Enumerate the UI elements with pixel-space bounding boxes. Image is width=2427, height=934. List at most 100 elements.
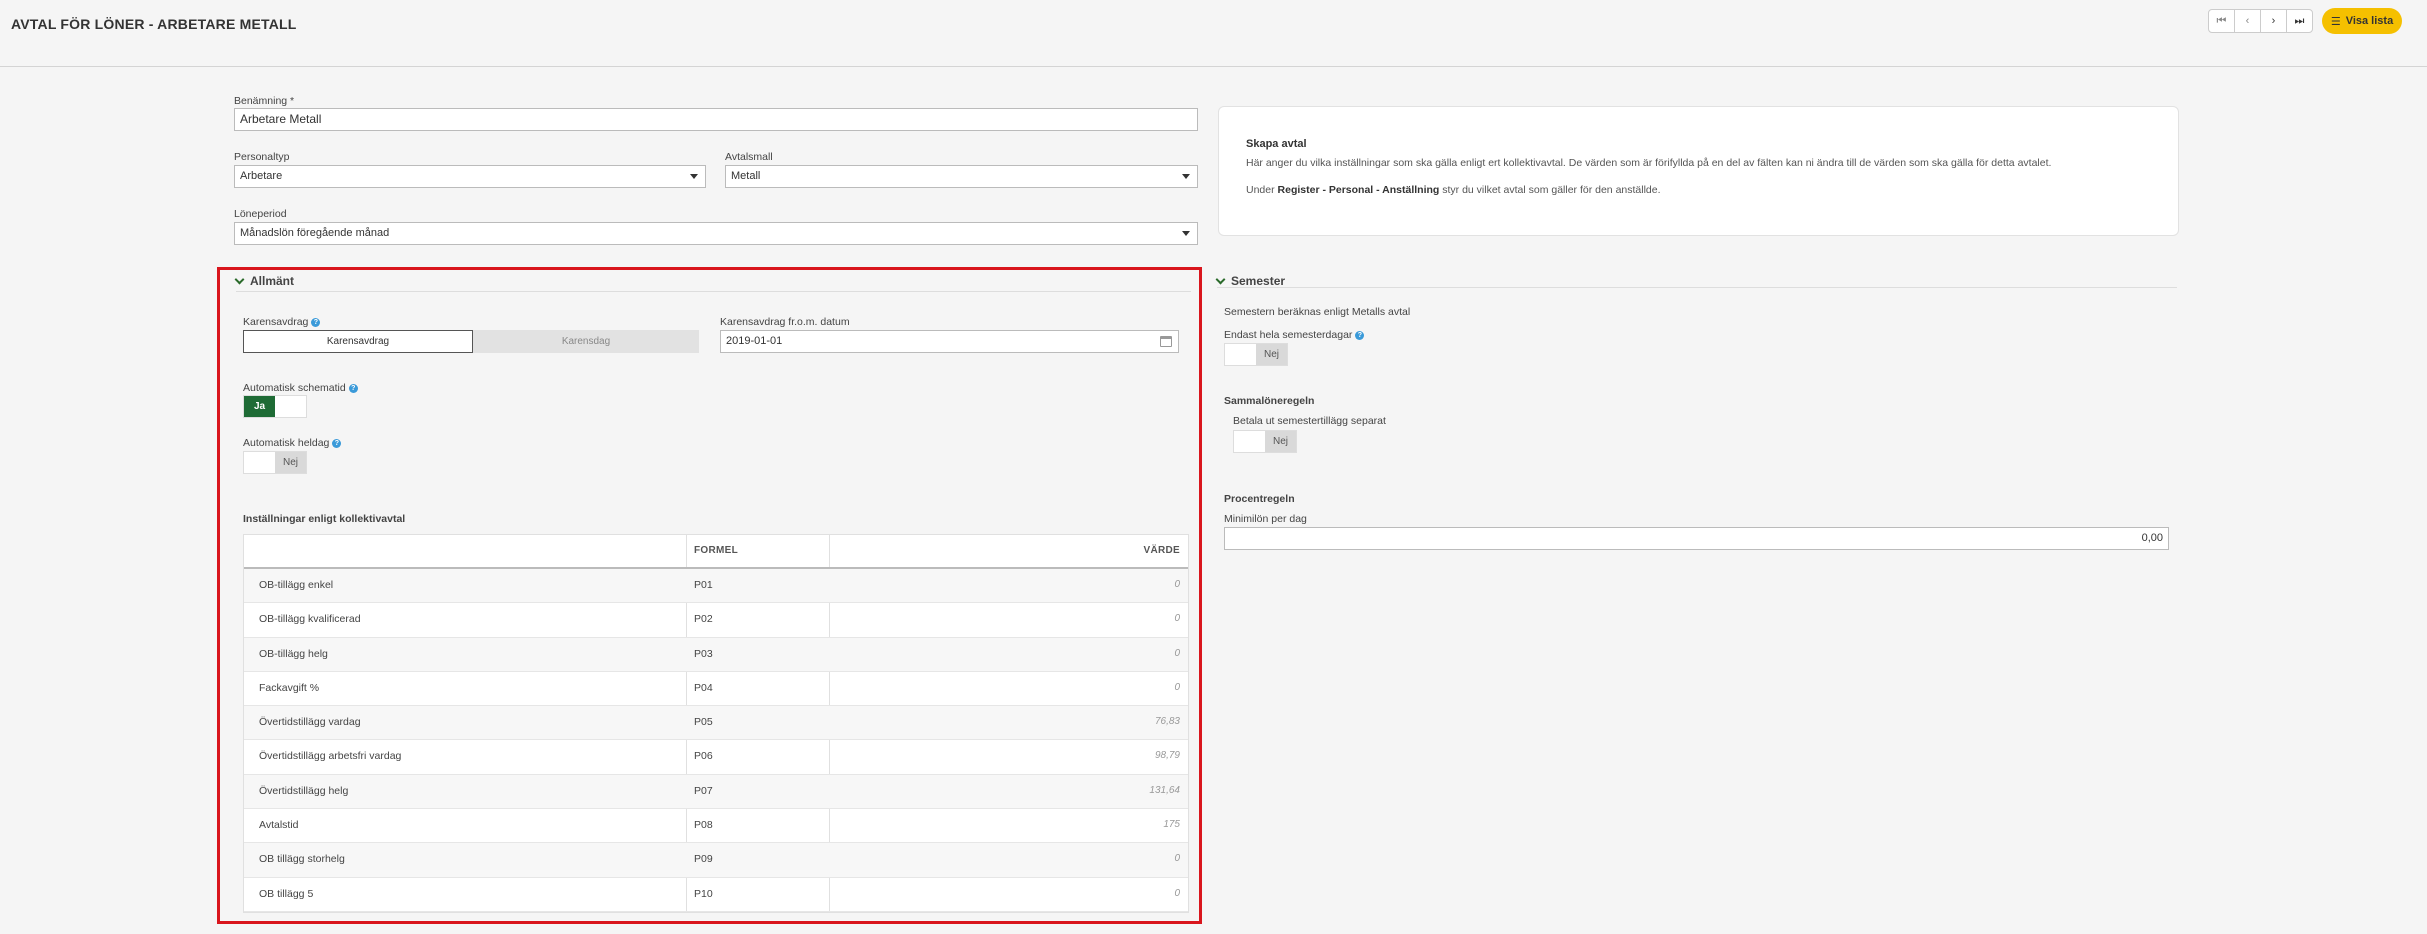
table-row: OB-tillägg helg P03 0 bbox=[244, 637, 1188, 672]
auto-heldag-label: Automatisk heldag? bbox=[243, 437, 342, 449]
betala-toggle[interactable]: Nej bbox=[1233, 430, 1297, 453]
info-title: Skapa avtal bbox=[1246, 138, 1307, 150]
next-record-button[interactable]: › bbox=[2260, 9, 2287, 33]
row-value-input[interactable]: 76,83 bbox=[1155, 716, 1180, 727]
info-text-1: Här anger du vilka inställningar som ska… bbox=[1246, 157, 2052, 169]
row-name: Avtalstid bbox=[259, 819, 299, 832]
row-name: OB-tillägg kvalificerad bbox=[259, 613, 361, 626]
row-value-input[interactable]: 0 bbox=[1174, 682, 1180, 693]
sammalon-title: Sammalöneregeln bbox=[1224, 395, 1315, 407]
column-varde[interactable]: VÄRDE bbox=[1143, 545, 1180, 556]
toggle-value: Ja bbox=[244, 396, 275, 417]
chevron-left-icon: ‹ bbox=[2245, 15, 2250, 27]
avtalsmall-label: Avtalsmall bbox=[725, 151, 773, 163]
loneperiod-select[interactable]: Månadslön föregående månad bbox=[234, 222, 1198, 245]
loneperiod-value: Månadslön föregående månad bbox=[240, 227, 390, 239]
table-row: Övertidstillägg vardag P05 76,83 bbox=[244, 706, 1188, 741]
row-formel: P10 bbox=[694, 887, 713, 900]
row-formel: P07 bbox=[694, 784, 713, 797]
row-value-input[interactable]: 0 bbox=[1174, 888, 1180, 899]
help-icon[interactable]: ? bbox=[332, 439, 342, 448]
list-icon: ☰ bbox=[2330, 15, 2341, 28]
auto-schematid-label: Automatisk schematid? bbox=[243, 382, 358, 394]
table-row: Övertidstillägg helg P07 131,64 bbox=[244, 774, 1188, 810]
help-icon[interactable]: ? bbox=[311, 318, 321, 327]
row-formel: P05 bbox=[694, 716, 713, 729]
benamning-label: Benämning * bbox=[234, 95, 295, 107]
help-icon[interactable]: ? bbox=[1355, 331, 1365, 340]
row-formel: P02 bbox=[694, 613, 713, 626]
visa-lista-button[interactable]: ☰ Visa lista bbox=[2322, 8, 2402, 34]
table-row: OB-tillägg enkel P01 0 bbox=[244, 569, 1188, 604]
procent-title: Procentregeln bbox=[1224, 493, 1295, 505]
row-name: OB tillägg 5 bbox=[259, 887, 314, 900]
toggle-knob bbox=[1234, 431, 1265, 452]
benamning-input[interactable]: Arbetare Metall bbox=[234, 108, 1198, 131]
row-formel: P09 bbox=[694, 853, 713, 866]
top-bar: AVTAL FÖR LÖNER - ARBETARE METALL ⏮ ‹ › … bbox=[0, 0, 2427, 67]
row-name: Fackavgift % bbox=[259, 681, 320, 694]
allmant-section-toggle[interactable]: Allmänt bbox=[234, 274, 294, 288]
info-text-2: Under Register - Personal - Anställning … bbox=[1246, 184, 1661, 196]
last-record-button[interactable]: ⏭ bbox=[2286, 9, 2313, 33]
row-value-input[interactable]: 0 bbox=[1174, 853, 1180, 864]
row-formel: P06 bbox=[694, 750, 713, 763]
karens-datum-value: 2019-01-01 bbox=[726, 335, 783, 347]
chevron-down-icon bbox=[1182, 231, 1190, 236]
section-divider bbox=[1217, 287, 2177, 288]
betala-label: Betala ut semestertillägg separat bbox=[1233, 415, 1386, 427]
row-formel: P03 bbox=[694, 647, 713, 660]
info-register-path: Register - Personal - Anställning bbox=[1277, 184, 1440, 196]
toggle-value: Nej bbox=[1265, 431, 1296, 452]
row-value-input[interactable]: 0 bbox=[1174, 579, 1180, 590]
row-value-input[interactable]: 175 bbox=[1163, 819, 1180, 830]
row-name: OB-tillägg helg bbox=[259, 647, 328, 660]
row-value-input[interactable]: 0 bbox=[1174, 613, 1180, 624]
visa-lista-label: Visa lista bbox=[2345, 15, 2394, 27]
table-row: OB-tillägg kvalificerad P02 0 bbox=[244, 603, 1188, 638]
toggle-knob bbox=[244, 452, 275, 473]
semester-info-text: Semestern beräknas enligt Metalls avtal bbox=[1224, 306, 1411, 318]
personaltyp-label: Personaltyp bbox=[234, 151, 290, 163]
row-value-input[interactable]: 131,64 bbox=[1149, 785, 1180, 796]
settings-title: Inställningar enligt kollektivavtal bbox=[243, 513, 406, 525]
chevron-right-icon: › bbox=[2271, 15, 2276, 27]
record-navigation: ⏮ ‹ › ⏭ bbox=[2208, 9, 2313, 33]
auto-heldag-toggle[interactable]: Nej bbox=[243, 451, 307, 474]
first-icon: ⏮ bbox=[2216, 14, 2227, 27]
help-icon[interactable]: ? bbox=[348, 384, 358, 393]
info-card: Skapa avtal Här anger du vilka inställni… bbox=[1218, 106, 2179, 236]
karens-datum-label: Karensavdrag fr.o.m. datum bbox=[720, 316, 850, 328]
avtalsmall-value: Metall bbox=[731, 170, 761, 182]
endast-toggle[interactable]: Nej bbox=[1224, 343, 1288, 366]
table-row: OB tillägg 5 P10 0 bbox=[244, 878, 1188, 912]
karensavdrag-segmented: Karensavdrag Karensdag bbox=[243, 330, 699, 353]
table-row: Avtalstid P08 175 bbox=[244, 809, 1188, 844]
row-formel: P01 bbox=[694, 579, 713, 591]
row-name: Övertidstillägg helg bbox=[259, 784, 349, 797]
row-name: Övertidstillägg arbetsfri vardag bbox=[259, 750, 402, 763]
minimilon-input[interactable]: 0,00 bbox=[1224, 527, 2169, 550]
toggle-value: Nej bbox=[275, 452, 306, 473]
prev-record-button[interactable]: ‹ bbox=[2234, 9, 2261, 33]
karensavdrag-option[interactable]: Karensavdrag bbox=[243, 330, 473, 353]
semester-section-toggle[interactable]: Semester bbox=[1215, 274, 1285, 288]
toggle-knob bbox=[1225, 344, 1256, 365]
personaltyp-select[interactable]: Arbetare bbox=[234, 165, 706, 188]
row-name: Övertidstillägg vardag bbox=[259, 716, 361, 729]
personaltyp-value: Arbetare bbox=[240, 170, 283, 182]
row-value-input[interactable]: 98,79 bbox=[1155, 750, 1180, 761]
first-record-button[interactable]: ⏮ bbox=[2208, 9, 2235, 33]
table-row: OB tillägg storhelg P09 0 bbox=[244, 843, 1188, 878]
calendar-icon[interactable] bbox=[1160, 336, 1172, 347]
column-formel[interactable]: FORMEL bbox=[694, 545, 738, 556]
toggle-knob bbox=[275, 396, 306, 417]
avtalsmall-select[interactable]: Metall bbox=[725, 165, 1198, 188]
chevron-down-icon bbox=[234, 274, 245, 284]
row-value-input[interactable]: 0 bbox=[1174, 648, 1180, 659]
table-row: Övertidstillägg arbetsfri vardag P06 98,79 bbox=[244, 740, 1188, 775]
table-body: OB-tillägg enkel P01 0 OB-tillägg kvalifice… bbox=[244, 569, 1188, 912]
karens-datum-input[interactable]: 2019-01-01 bbox=[720, 330, 1179, 353]
auto-schematid-toggle[interactable]: Ja bbox=[243, 395, 307, 418]
karensdag-option[interactable]: Karensdag bbox=[473, 330, 699, 353]
